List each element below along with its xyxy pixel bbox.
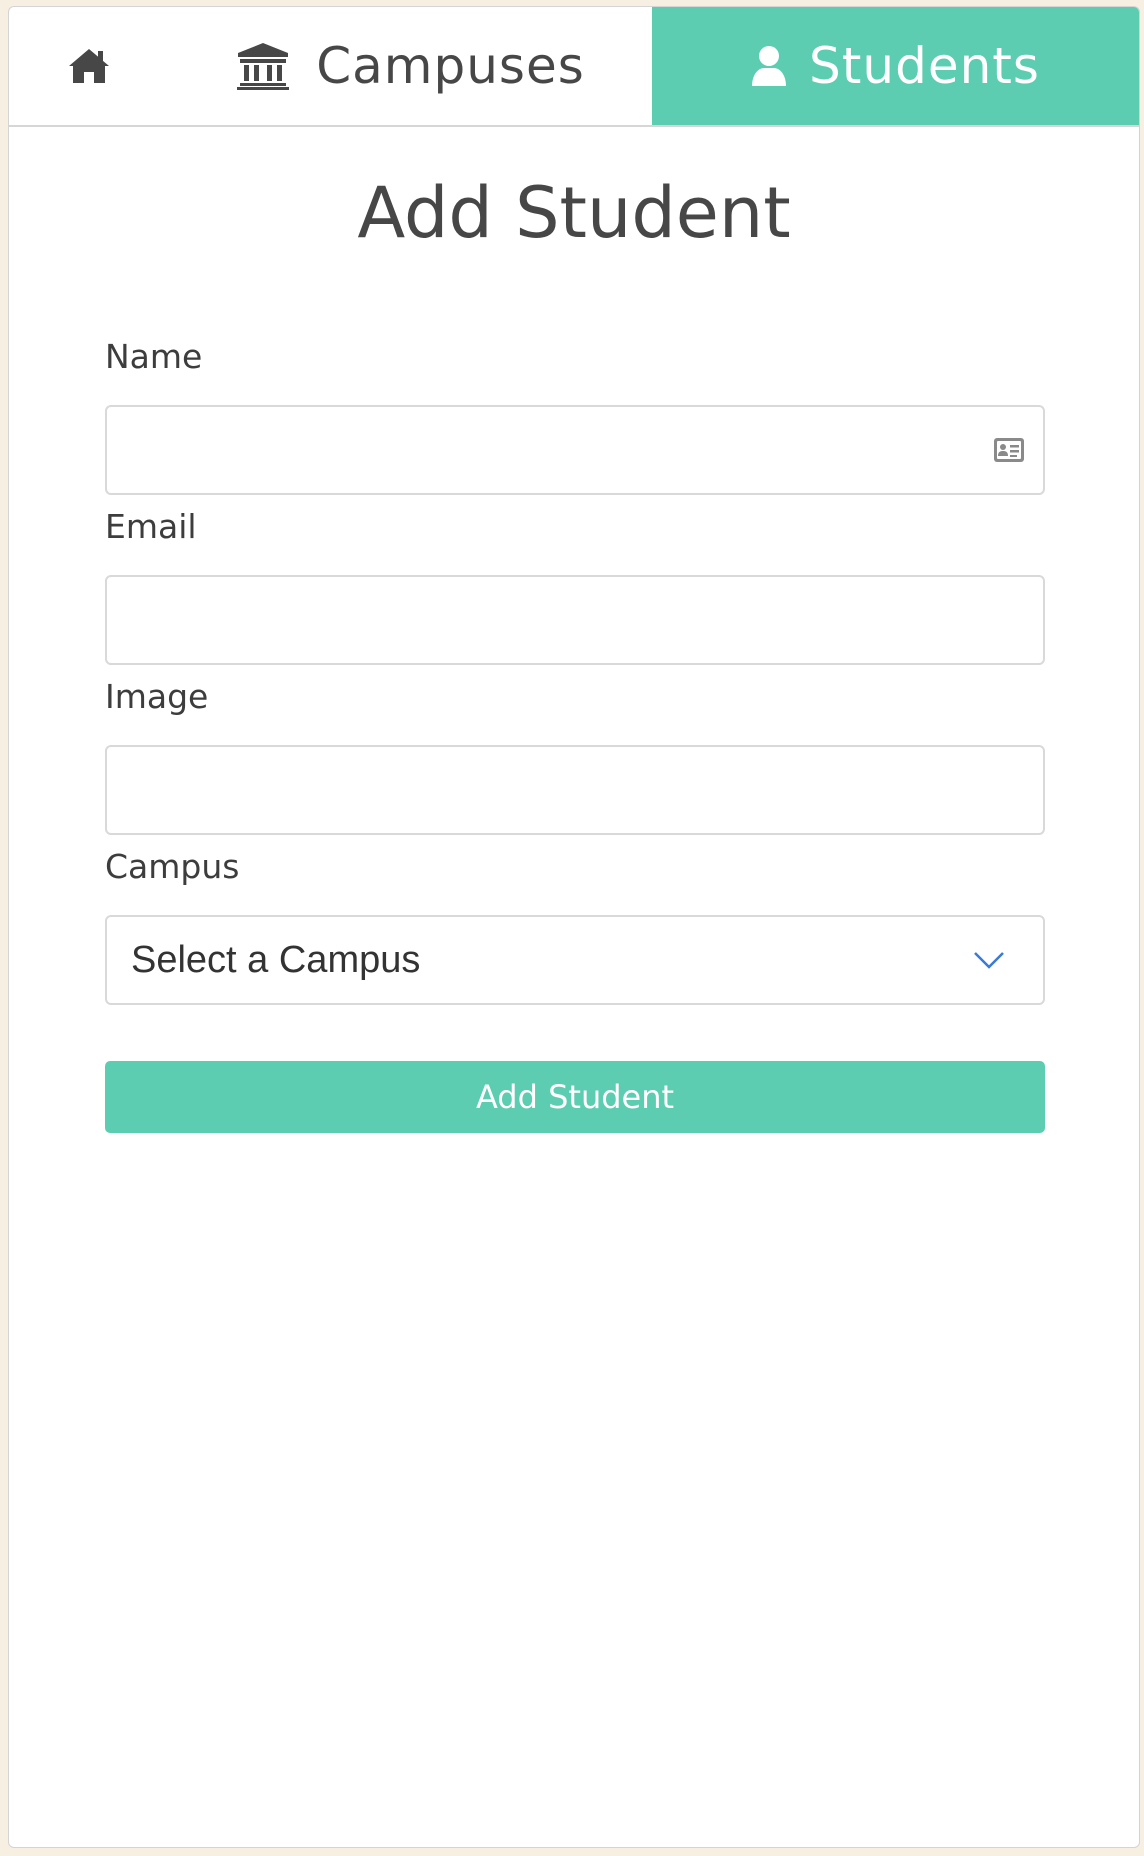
nav-campuses[interactable]: Campuses <box>169 7 652 125</box>
email-input[interactable] <box>107 577 1043 663</box>
nav-students-label: Students <box>809 37 1040 95</box>
user-icon <box>751 45 787 87</box>
image-field[interactable] <box>105 745 1045 835</box>
nav-home[interactable] <box>9 7 169 125</box>
campus-label: Campus <box>105 847 240 886</box>
nav-campuses-label: Campuses <box>316 37 585 95</box>
page-title: Add Student <box>357 172 791 254</box>
nav-students[interactable]: Students <box>652 7 1139 125</box>
app-window: Campuses Students Add Student Name Email… <box>8 6 1140 1848</box>
top-nav: Campuses Students <box>9 7 1139 127</box>
add-student-button[interactable]: Add Student <box>105 1061 1045 1133</box>
campus-select-value: Select a Campus <box>131 939 421 981</box>
name-field[interactable] <box>105 405 1045 495</box>
email-label: Email <box>105 507 197 546</box>
image-input[interactable] <box>107 747 1043 833</box>
id-card-icon <box>993 437 1025 467</box>
campus-select[interactable]: Select a Campus <box>105 915 1045 1005</box>
email-field[interactable] <box>105 575 1045 665</box>
home-icon <box>67 47 111 85</box>
name-input[interactable] <box>107 407 1043 493</box>
bank-icon <box>236 42 290 90</box>
name-label: Name <box>105 337 203 376</box>
chevron-down-icon <box>973 951 1005 973</box>
image-label: Image <box>105 677 209 716</box>
